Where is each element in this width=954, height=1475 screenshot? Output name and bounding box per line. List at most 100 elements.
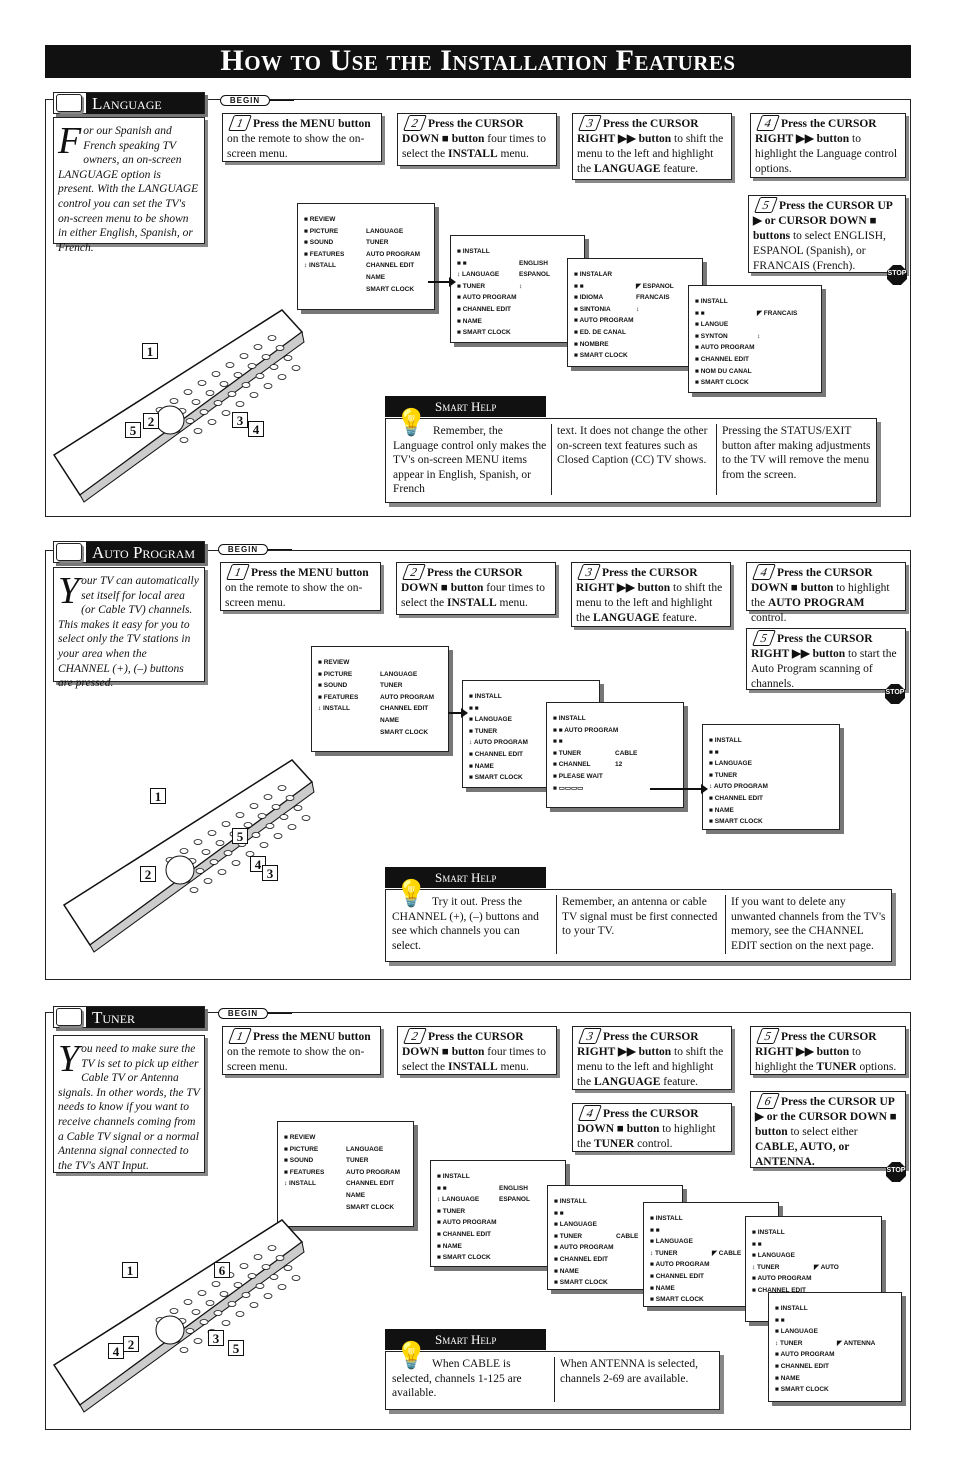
remote-button (275, 1255, 285, 1261)
menu-row: ■ TUNER (709, 770, 833, 782)
remote-button (267, 1245, 277, 1251)
menu-row: ■ INSTALL (457, 246, 578, 258)
smart-help-text: When ANTENNA is selected, channels 2-69 … (560, 1358, 698, 1385)
column-divider (556, 895, 557, 954)
menu-item: ■ ■ (553, 738, 563, 746)
remote-button (235, 812, 245, 818)
remote-button (261, 354, 271, 360)
menu-value: FRANCAIS (636, 294, 670, 302)
remote-button (211, 371, 221, 377)
column-divider (725, 895, 726, 954)
remote-button (185, 1328, 195, 1334)
menu-value: TUNER (346, 1157, 369, 1165)
begin-line (268, 1013, 292, 1014)
menu-item: ■ SMART CLOCK (437, 1254, 491, 1262)
menu-item: ■ INSTALAR (574, 271, 613, 278)
remote-button (209, 859, 219, 865)
menu-item: ■ AUTO PROGRAM (752, 1275, 812, 1283)
menu-value: ↕ (636, 305, 640, 313)
intro-text: Your TV can automatically set itself for… (53, 567, 205, 689)
menu-row: ■ SOUND TUNER (284, 1155, 407, 1167)
step-text: control. (751, 612, 787, 624)
remote-button (193, 839, 203, 845)
step-number: 5 (752, 630, 776, 646)
column-divider (716, 424, 717, 495)
step-number: 4 (578, 1105, 602, 1121)
menu-row: ■ AUTO PROGRAM (695, 342, 815, 354)
step-4: 4 Press the CURSOR RIGHT ▶▶ button to hig… (750, 113, 906, 178)
menu-item: ■ NAME (437, 1242, 462, 1250)
begin-line (270, 100, 294, 101)
menu-row: ■ NOMBRE (574, 339, 696, 351)
remote-button (179, 437, 189, 443)
begin-badge: BEGIN (218, 544, 268, 555)
remote-button (277, 1284, 287, 1290)
menu-row: ■ SMART CLOCK (457, 327, 578, 339)
step-number: 2 (403, 115, 427, 131)
remote-button (203, 878, 213, 884)
menu-item: ■ SMART CLOCK (554, 1279, 608, 1287)
step-callout: 2 (123, 1336, 139, 1352)
step-number: 1 (228, 115, 252, 131)
menu-value: CHANNEL EDIT (380, 705, 429, 713)
menu-row: ■ CHANNEL 12 (553, 759, 677, 771)
step-callout: 3 (232, 412, 248, 428)
remote-button (215, 840, 225, 846)
menu-item (304, 284, 366, 296)
menu-item: ■ LANGUAGE (709, 760, 752, 768)
section-title: Tuner (86, 1007, 204, 1028)
menu-item: ■ ■ (437, 1184, 447, 1192)
remote-button (189, 887, 199, 893)
menu-row: ■ INSTALL (775, 1303, 895, 1315)
stop-icon: STOP (886, 1162, 906, 1182)
step-5: 5 Press the CURSOR RIGHT ▶▶ button to hig… (750, 1026, 906, 1075)
remote-button (239, 353, 249, 359)
menu-row: ■ ■ ◤ FRANCAIS (695, 308, 815, 320)
menu-item: ■ ■ (775, 1316, 785, 1324)
column-divider (551, 424, 552, 495)
remote-control-illustration (52, 1219, 305, 1413)
menu-row: ■ FEATURES AUTO PROGRAM (304, 249, 428, 261)
menu-item: ■ NAME (709, 806, 734, 814)
remote-button (221, 410, 231, 416)
menu-item: ■ CHANNEL EDIT (554, 1255, 609, 1263)
remote-button (191, 399, 201, 405)
menu-row: ■ SOUND TUNER (304, 237, 428, 249)
menu-row: ■ TUNER CABLE (553, 748, 677, 760)
menu-item (318, 715, 380, 727)
remote-button (219, 381, 229, 387)
menu-row: ■ CHANNEL EDIT (775, 1361, 895, 1373)
remote-button (193, 428, 203, 434)
remote-button (233, 372, 243, 378)
remote-button (279, 814, 289, 820)
begin-badge: BEGIN (220, 95, 270, 106)
menu-item: ↕ INSTALL (304, 262, 337, 270)
menu-row: ↕ LANGUAGE ESPANOL (457, 269, 578, 281)
menu-item: ■ ■ (650, 1226, 660, 1234)
intro-body: ou need to make sure the TV is set to pi… (58, 1043, 200, 1172)
remote-button (247, 1273, 257, 1279)
menu-item: ■ SMART CLOCK (457, 329, 511, 337)
remote-button (273, 833, 283, 839)
step-emphasis: TUNER (593, 1138, 635, 1150)
step-2: 2 Press the CURSOR DOWN ■ button four tim… (397, 1026, 557, 1075)
menu-row: ↕ TUNER ◤ ANTENNA (775, 1338, 895, 1350)
menu-value: CHANNEL EDIT (366, 262, 415, 270)
step-2: 2 Press the CURSOR DOWN ■ button four tim… (397, 113, 557, 166)
step-number: 2 (403, 1028, 427, 1044)
menu-item: ↕ LANGUAGE (457, 271, 500, 279)
remote-button (217, 869, 227, 875)
remote-button (169, 398, 179, 404)
step-number: 6 (756, 1093, 780, 1109)
menu-item: ■ INSTALL (437, 1173, 470, 1180)
menu-row: ■ INSTALL (553, 713, 677, 725)
menu-row: ■ AUTO PROGRAM (437, 1217, 559, 1229)
menu-item: ■ PLEASE WAIT (553, 772, 603, 780)
menu-row: ■ ■ (553, 736, 677, 748)
menu-item: ■ SMART CLOCK (709, 818, 763, 826)
menu-item: ↕ TUNER (650, 1249, 678, 1257)
menu-row: ■ LANGUAGE (775, 1326, 895, 1338)
menu-item (304, 272, 366, 284)
menu-row: ■ SINTONIA ↕ (574, 304, 696, 316)
menu-value: NAME (366, 273, 386, 281)
